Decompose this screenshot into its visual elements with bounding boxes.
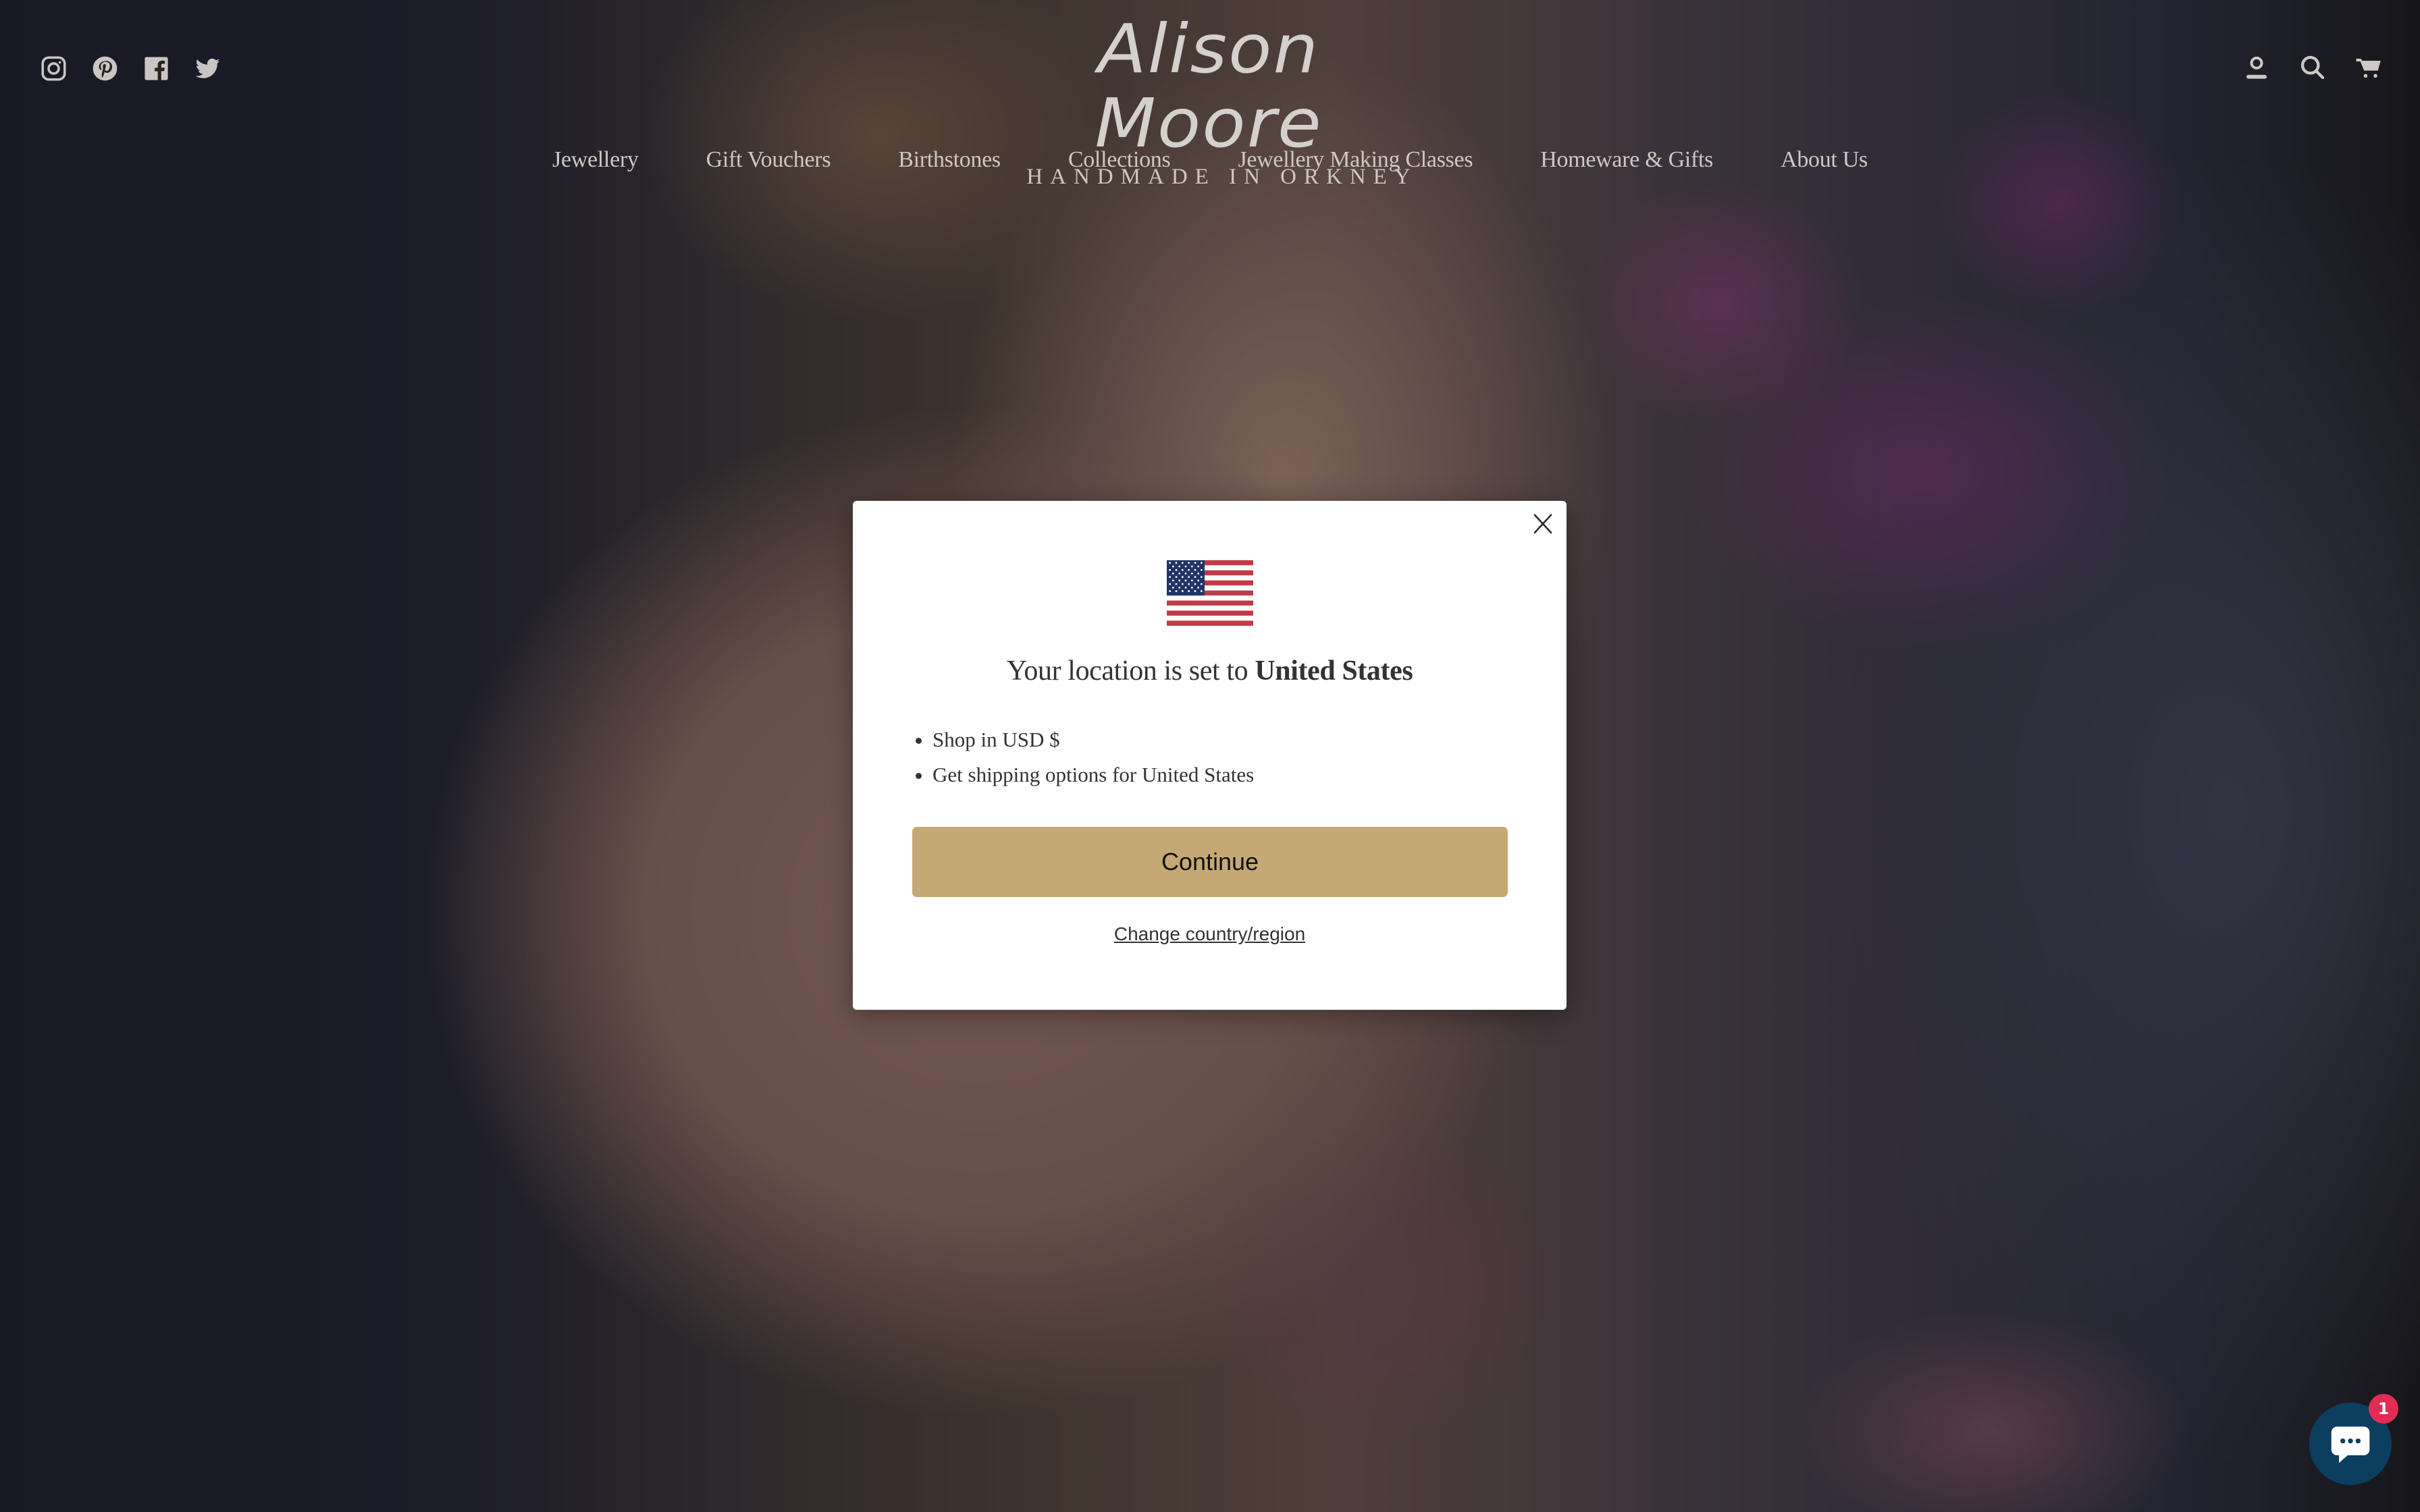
- nav-item-homeware-gifts[interactable]: Homeware & Gifts: [1540, 147, 1713, 173]
- flag-star: [1188, 590, 1190, 593]
- main-navigation: Jewellery Gift Vouchers Birthstones Coll…: [0, 147, 2420, 173]
- change-country-link[interactable]: Change country/region: [1114, 923, 1305, 944]
- location-modal: Your location is set to United States Sh…: [853, 501, 1567, 1010]
- flag-stripe: [1167, 610, 1253, 616]
- flag-star: [1178, 565, 1181, 568]
- flag-star: [1169, 583, 1172, 585]
- flag-star: [1188, 576, 1190, 578]
- flag-star: [1188, 562, 1190, 564]
- search-icon[interactable]: [2299, 54, 2326, 81]
- flag-star: [1181, 562, 1184, 564]
- flag-star: [1197, 572, 1200, 574]
- flag-star: [1190, 587, 1193, 589]
- flag-star: [1175, 583, 1178, 585]
- nav-item-jewellery[interactable]: Jewellery: [552, 147, 639, 173]
- nav-item-about-us[interactable]: About Us: [1781, 147, 1868, 173]
- chat-notification-badge: 1: [2369, 1394, 2398, 1424]
- flag-star: [1178, 579, 1181, 582]
- flag-star: [1169, 590, 1172, 593]
- flag-star: [1184, 587, 1187, 589]
- list-item: Shop in USD $: [932, 722, 1254, 757]
- location-heading-country: United States: [1255, 655, 1413, 686]
- flag-star: [1169, 568, 1172, 571]
- flag-star: [1178, 572, 1181, 574]
- flag-star: [1194, 576, 1196, 578]
- flag-star: [1181, 568, 1184, 571]
- list-item: Get shipping options for United States: [932, 757, 1254, 792]
- nav-item-birthstones[interactable]: Birthstones: [898, 147, 1001, 173]
- flag-star: [1181, 590, 1184, 593]
- logo-name: Alison Moore: [1095, 9, 1323, 163]
- flag-star: [1188, 583, 1190, 585]
- flag-star: [1172, 579, 1174, 582]
- flag-star: [1169, 562, 1172, 564]
- flag-stripe: [1167, 600, 1253, 606]
- flag-star: [1197, 565, 1200, 568]
- flag-star: [1172, 572, 1174, 574]
- location-heading-prefix: Your location is set to: [1006, 655, 1255, 686]
- facebook-icon[interactable]: [143, 55, 169, 82]
- flag-star: [1188, 568, 1190, 571]
- us-flag-icon: [1167, 560, 1253, 626]
- flag-star: [1181, 576, 1184, 578]
- cart-icon[interactable]: [2355, 54, 2382, 81]
- flag-star: [1200, 562, 1203, 564]
- nav-item-jewellery-making-classes[interactable]: Jewellery Making Classes: [1238, 147, 1473, 173]
- header-utility-icons: [2243, 54, 2382, 81]
- flag-stripe: [1167, 620, 1253, 626]
- continue-button[interactable]: Continue: [912, 827, 1508, 897]
- flag-star: [1194, 583, 1196, 585]
- flag-star: [1184, 565, 1187, 568]
- flag-star: [1175, 576, 1178, 578]
- flag-star: [1184, 572, 1187, 574]
- flag-star: [1190, 565, 1193, 568]
- instagram-icon[interactable]: [41, 55, 67, 82]
- close-icon[interactable]: [1533, 513, 1553, 535]
- flag-star: [1194, 590, 1196, 593]
- flag-star: [1197, 579, 1200, 582]
- location-benefits-list: Shop in USD $ Get shipping options for U…: [911, 722, 1254, 792]
- social-links: [41, 55, 221, 82]
- flag-star: [1175, 562, 1178, 564]
- change-country-row: Change country/region: [853, 923, 1567, 945]
- flag-star: [1200, 590, 1203, 593]
- flag-star: [1181, 583, 1184, 585]
- flag-star: [1200, 583, 1203, 585]
- flag-star: [1194, 568, 1196, 571]
- twitter-icon[interactable]: [194, 55, 221, 82]
- chat-bubble-icon: [2331, 1426, 2370, 1463]
- flag-star: [1197, 587, 1200, 589]
- site-header: Alison Moore HANDMADE IN ORKNEY Jeweller…: [0, 0, 2420, 202]
- flag-star: [1175, 568, 1178, 571]
- flag-star: [1172, 587, 1174, 589]
- flag-star: [1200, 576, 1203, 578]
- flag-star: [1175, 590, 1178, 593]
- flag-star: [1190, 579, 1193, 582]
- flag-star: [1200, 568, 1203, 571]
- flag-star: [1178, 587, 1181, 589]
- flag-star: [1190, 572, 1193, 574]
- account-icon[interactable]: [2243, 54, 2270, 81]
- flag-star: [1184, 579, 1187, 582]
- flag-star: [1194, 562, 1196, 564]
- nav-item-collections[interactable]: Collections: [1068, 147, 1171, 173]
- flag-star: [1172, 565, 1174, 568]
- pinterest-icon[interactable]: [92, 55, 118, 82]
- nav-item-gift-vouchers[interactable]: Gift Vouchers: [706, 147, 831, 173]
- flag-star: [1169, 576, 1172, 578]
- location-heading: Your location is set to United States: [853, 655, 1567, 687]
